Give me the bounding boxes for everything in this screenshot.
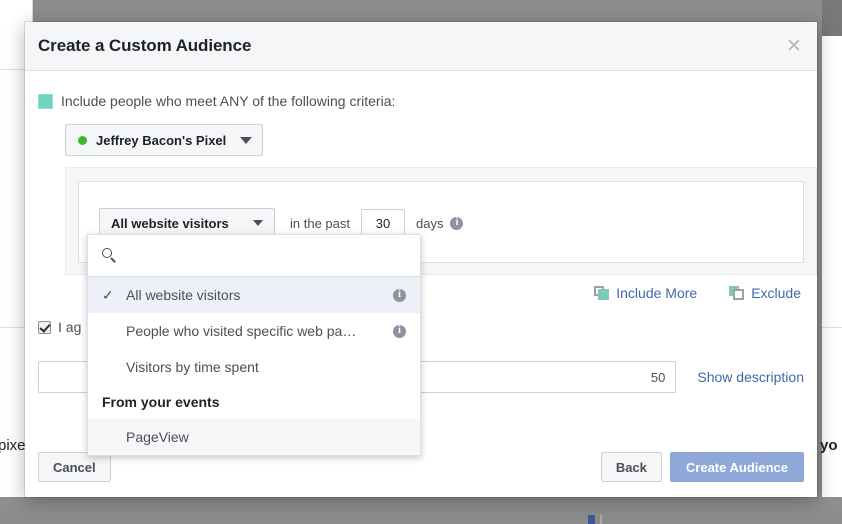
dropdown-event-list: PageView	[88, 419, 420, 455]
background-divider-mid-right	[822, 327, 842, 328]
background-tab-shadow	[822, 0, 842, 36]
dropdown-item-label: People who visited specific web pa…	[126, 323, 357, 339]
agree-checkbox[interactable]	[38, 321, 51, 334]
dialog-header: Create a Custom Audience ✕	[25, 22, 817, 71]
exclude-icon	[729, 286, 745, 300]
criteria-label: Include people who meet ANY of the follo…	[61, 93, 396, 109]
page-title: Create a Custom Audience	[38, 36, 252, 55]
rule-type-dropdown-menu: ✓ All website visitors i People who visi…	[87, 234, 421, 456]
dropdown-group-heading: From your events	[102, 394, 220, 410]
check-icon: ✓	[102, 287, 114, 303]
info-icon[interactable]: i	[393, 288, 406, 302]
search-icon	[102, 248, 117, 263]
dropdown-search-row	[88, 235, 420, 277]
dropdown-item-label: PageView	[126, 429, 189, 445]
in-the-past-label: in the past	[290, 215, 350, 231]
create-audience-button[interactable]: Create Audience	[669, 452, 804, 482]
background-text-right: yo	[820, 437, 838, 454]
dropdown-item-label: All website visitors	[126, 287, 241, 303]
back-button[interactable]: Back	[600, 452, 662, 482]
chevron-down-icon	[253, 220, 263, 226]
dropdown-item-label: Visitors by time spent	[126, 359, 259, 375]
dropdown-item-all-website-visitors[interactable]: ✓ All website visitors i	[88, 277, 420, 313]
info-icon[interactable]: i	[393, 324, 406, 338]
days-label: days	[416, 215, 444, 231]
pixel-source-selector[interactable]: Jeffrey Bacon's Pixel	[65, 124, 264, 156]
background-blue-marker	[588, 515, 595, 524]
footer-right-actions: Back Create Audience	[600, 452, 804, 482]
dropdown-item-visitors-by-time-spent[interactable]: Visitors by time spent	[88, 349, 420, 385]
background-grey-marker	[600, 515, 602, 524]
include-more-icon	[594, 286, 610, 300]
criteria-color-swatch	[38, 93, 53, 109]
background-panel-right	[822, 0, 842, 497]
criteria-row: Include people who meet ANY of the follo…	[38, 93, 804, 109]
include-more-label: Include More	[616, 285, 698, 301]
search-input[interactable]	[127, 247, 406, 264]
agree-label: I ag	[58, 319, 82, 335]
dropdown-item-specific-web-pages[interactable]: People who visited specific web pa… i	[88, 313, 420, 349]
pixel-status-dot-icon	[78, 135, 87, 145]
background-bottom-strip	[0, 497, 842, 524]
show-description-link[interactable]: Show description	[697, 369, 804, 385]
chevron-down-icon	[240, 136, 253, 144]
cancel-button[interactable]: Cancel	[38, 452, 111, 482]
rule-type-label: All website visitors	[111, 215, 229, 231]
pixel-source-name: Jeffrey Bacon's Pixel	[96, 132, 227, 148]
close-icon[interactable]: ✕	[783, 35, 805, 57]
info-icon[interactable]: i	[450, 216, 464, 230]
dropdown-option-list: ✓ All website visitors i People who visi…	[88, 277, 420, 385]
exclude-button[interactable]: Exclude	[729, 285, 801, 301]
include-more-button[interactable]: Include More	[594, 285, 697, 301]
exclude-label: Exclude	[751, 285, 801, 301]
dropdown-item-pageview[interactable]: PageView	[88, 419, 420, 455]
retention-days-input[interactable]	[361, 209, 405, 237]
